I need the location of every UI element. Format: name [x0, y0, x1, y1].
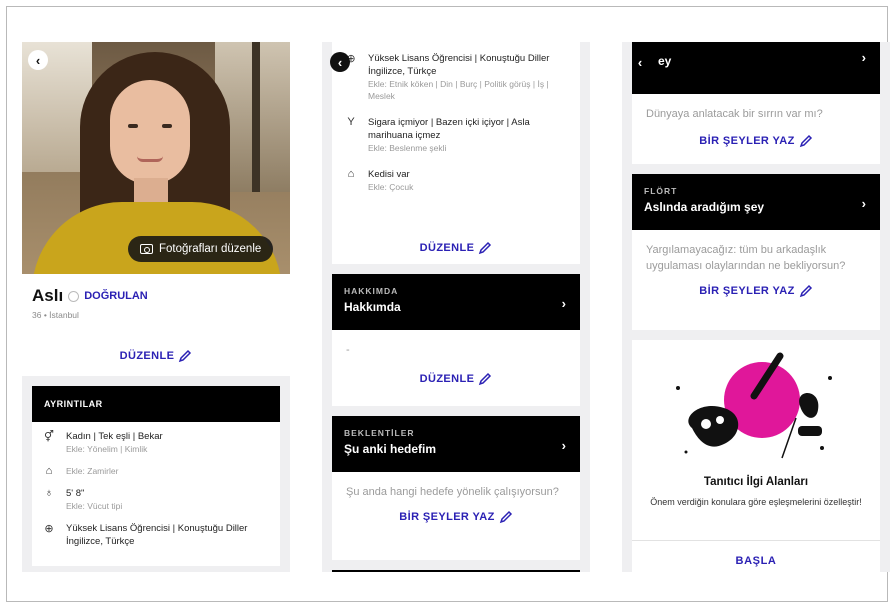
edit-photos-button[interactable]: Fotoğrafları düzenle	[128, 236, 274, 262]
write-secret-button[interactable]: BİR ŞEYLER YAZ	[646, 134, 866, 148]
chevron-right-icon: ›	[861, 50, 866, 65]
pencil-icon	[799, 134, 812, 148]
edit-details-button[interactable]: DÜZENLE	[332, 232, 580, 264]
details-list-continued: ⊕ Yüksek Lisans Öğrencisi | Konuştuğu Di…	[332, 42, 580, 232]
pencil-icon	[479, 372, 492, 386]
start-button[interactable]: BAŞLA	[632, 540, 880, 572]
chevron-right-icon: ›	[861, 196, 866, 211]
about-header[interactable]: HAKKIMDA Hakkımda ›	[332, 274, 580, 330]
pencil-icon	[799, 284, 812, 298]
name-card: Aslı DOĞRULAN 36 • İstanbul	[22, 274, 290, 336]
verified-badge[interactable]: DOĞRULAN	[84, 290, 148, 302]
age-location: 36 • İstanbul	[32, 310, 79, 320]
about-body: - DÜZENLE	[332, 330, 580, 406]
details-header: AYRINTILAR	[32, 386, 280, 422]
profile-panel-2: ⊕ Yüksek Lisans Öğrencisi | Konuştuğu Di…	[322, 42, 590, 572]
palette-illustration	[676, 352, 832, 459]
back-button[interactable]: ‹	[28, 50, 48, 70]
profile-name: Aslı	[32, 286, 64, 305]
globe-icon: ⊕	[44, 523, 54, 535]
back-button[interactable]: ‹	[630, 52, 650, 72]
pet-icon: ⌂	[347, 168, 355, 180]
gender-icon: ⚥	[44, 431, 54, 443]
chevron-left-icon: ‹	[35, 52, 41, 68]
drink-icon: Y	[347, 116, 355, 128]
detail-pets[interactable]: ⌂ Kedisi var Ekle: Çocuk	[344, 168, 568, 193]
flirt-body: Yargılamayacağız: tüm bu arkadaşlık uygu…	[632, 230, 880, 330]
detail-gender[interactable]: ⚥ Kadın | Tek eşli | Bekar Ekle: Yönelim …	[42, 430, 270, 455]
write-flirt-button[interactable]: BİR ŞEYLER YAZ	[646, 284, 866, 298]
verified-icon	[68, 290, 80, 302]
flirt-header[interactable]: FLÖRT Aslında aradığım şey ›	[632, 174, 880, 230]
pencil-icon	[179, 349, 192, 363]
profile-panel-3: ey › ‹ Dünyaya anlatacak bir sırrın var …	[622, 42, 890, 572]
secret-body: Dünyaya anlatacak bir sırrın var mı? BİR…	[632, 94, 880, 164]
edit-about-button[interactable]: DÜZENLE	[346, 372, 566, 386]
interests-card: Tanıtıcı İlgi Alanları Önem verdiğin kon…	[632, 340, 880, 540]
chevron-left-icon: ‹	[637, 54, 643, 70]
camera-icon	[140, 244, 153, 254]
interests-title: Tanıtıcı İlgi Alanları	[703, 476, 809, 488]
pencil-icon	[479, 241, 492, 255]
edit-profile-button[interactable]: DÜZENLE	[22, 336, 290, 376]
detail-pronouns[interactable]: ⌂ Ekle: Zamirler	[42, 465, 270, 477]
details-list: ⚥ Kadın | Tek eşli | Bekar Ekle: Yönelim …	[32, 422, 280, 566]
detail-education[interactable]: ⊕ Yüksek Lisans Öğrencisi | Konuştuğu Di…	[344, 52, 568, 102]
next-section-header[interactable]	[332, 570, 580, 572]
pencil-icon	[499, 510, 512, 524]
secret-header[interactable]: ey ›	[632, 42, 880, 94]
profile-panel-1: ‹ Fotoğrafları düzenle Aslı DOĞRULAN 36 …	[22, 42, 290, 572]
tag-icon: ⌂	[45, 465, 53, 477]
chevron-right-icon: ›	[561, 438, 566, 453]
expectations-body: Şu anda hangi hedefe yönelik çalışıyorsu…	[332, 472, 580, 560]
chevron-left-icon: ‹	[337, 54, 343, 70]
height-icon: ♁	[44, 487, 54, 499]
profile-photo[interactable]: ‹ Fotoğrafları düzenle	[22, 42, 290, 274]
expectations-header[interactable]: BEKLENTİLER Şu anki hedefim ›	[332, 416, 580, 472]
interests-description: Önem verdiğin konulara göre eşleşmelerin…	[650, 497, 862, 507]
back-button[interactable]: ‹	[330, 52, 350, 72]
detail-education[interactable]: ⊕ Yüksek Lisans Öğrencisi | Konuştuğu Di…	[42, 522, 270, 548]
chevron-right-icon: ›	[561, 296, 566, 311]
write-goal-button[interactable]: BİR ŞEYLER YAZ	[346, 510, 566, 524]
detail-habits[interactable]: Y Sigara içmiyor | Bazen içki içiyor | A…	[344, 116, 568, 154]
detail-height[interactable]: ♁ 5' 8" Ekle: Vücut tipi	[42, 487, 270, 512]
